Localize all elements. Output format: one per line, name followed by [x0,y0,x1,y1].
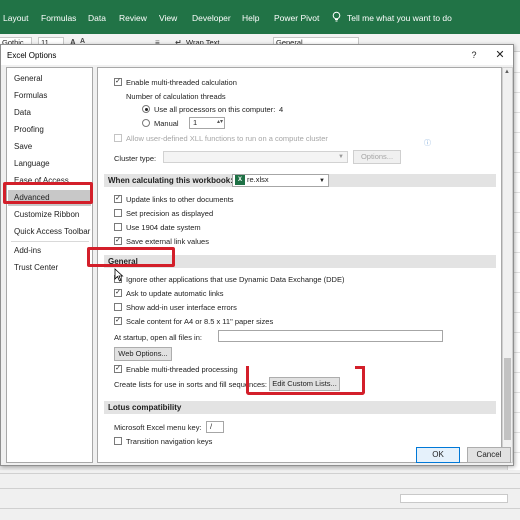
workbook-name: re.xlsx [247,175,269,184]
nav-item-proofing[interactable]: Proofing [8,122,91,138]
highlight-general [87,247,175,267]
spinner-icon[interactable]: ▴▾ [217,118,223,125]
processor-count: 4 [279,105,284,114]
scroll-up-icon[interactable]: ▲ [504,69,510,75]
menu-key-label: Microsoft Excel menu key: [114,423,202,432]
tab-data[interactable]: Data [88,13,106,23]
cluster-type-dropdown[interactable]: ▼ [163,151,348,163]
precision-as-displayed-checkbox[interactable] [114,209,122,217]
precision-as-displayed-label: Set precision as displayed [126,209,214,218]
startup-folder-label: At startup, open all files in: [114,333,202,342]
use-all-processors-radio[interactable] [142,105,150,113]
tab-formulas[interactable]: Formulas [41,13,76,23]
menu-key-input[interactable]: / [206,421,224,433]
update-links-checkbox[interactable]: ✓ [114,195,122,203]
nav-item-customize-ribbon[interactable]: Customize Ribbon [8,207,91,223]
dialog-title-bar[interactable]: Excel Options ? ✕ [1,45,513,65]
chevron-down-icon: ▼ [319,178,325,184]
options-nav: General Formulas Data Proofing Save Lang… [6,67,93,463]
highlight-advanced [3,182,93,204]
multithread-calc-label: Enable multi-threaded calculation [126,78,237,87]
multithread-processing-label: Enable multi-threaded processing [126,365,238,374]
update-links-label: Update links to other documents [126,195,234,204]
ok-button[interactable]: OK [416,447,460,463]
tab-view[interactable]: View [159,13,177,23]
dialog-title: Excel Options [7,51,57,60]
transition-keys-label: Transition navigation keys [126,437,213,446]
ask-update-links-checkbox[interactable]: ✓ [114,289,122,297]
tab-developer[interactable]: Developer [192,13,231,23]
ask-update-links-label: Ask to update automatic links [126,289,224,298]
excel-file-icon: X [235,175,245,185]
tab-layout[interactable]: Layout [3,13,29,23]
cancel-button[interactable]: Cancel [467,447,511,463]
manual-threads-label: Manual [154,119,179,128]
help-button[interactable]: ? [467,48,481,62]
lotus-section-header: Lotus compatibility [104,401,496,414]
save-external-links-checkbox[interactable]: ✓ [114,237,122,245]
lightbulb-icon [332,11,341,22]
options-vertical-scrollbar[interactable]: ▲ ▼ [502,67,513,463]
nav-item-save[interactable]: Save [8,139,91,155]
scroll-thumb[interactable] [504,358,511,440]
use-all-processors-label: Use all processors on this computer: [154,105,276,114]
workbook-section-title: When calculating this workbook: [108,176,233,185]
tell-me-search[interactable]: Tell me what you want to do [347,13,452,23]
horizontal-scrollbar[interactable] [400,494,508,503]
info-icon: ⓘ [424,140,431,147]
addin-errors-label: Show add-in user interface errors [126,303,237,312]
ribbon-tab-bar: Layout Formulas Data Review View Develop… [0,0,520,34]
addin-errors-checkbox[interactable] [114,303,122,311]
scale-content-label: Scale content for A4 or 8.5 x 11" paper … [126,317,274,326]
close-button[interactable]: ✕ [493,48,507,62]
manual-threads-radio[interactable] [142,119,150,127]
calc-threads-label: Number of calculation threads [126,92,226,101]
ignore-dde-label: Ignore other applications that use Dynam… [126,275,345,284]
nav-item-formulas[interactable]: Formulas [8,88,91,104]
workbook-dropdown[interactable]: re.xlsx ▼ [232,174,329,187]
tab-help[interactable]: Help [242,13,259,23]
create-lists-label: Create lists for use in sorts and fill s… [114,380,267,389]
nav-item-language[interactable]: Language [8,156,91,172]
excel-options-dialog: Excel Options ? ✕ General Formulas Data … [0,44,514,466]
nav-item-add-ins[interactable]: Add-ins [8,243,91,259]
highlight-edit-custom-lists [246,366,365,395]
multithread-calc-checkbox[interactable]: ✓ [114,78,122,86]
tab-review[interactable]: Review [119,13,147,23]
nav-item-quick-access-toolbar[interactable]: Quick Access Toolbar [8,224,91,240]
date-system-1904-checkbox[interactable] [114,223,122,231]
web-options-button[interactable]: Web Options... [114,347,172,361]
tab-power-pivot[interactable]: Power Pivot [274,13,319,23]
xll-cluster-checkbox[interactable] [114,134,122,142]
mouse-cursor-icon [114,268,124,282]
nav-item-general[interactable]: General [8,71,91,87]
cluster-type-label: Cluster type: [114,154,157,163]
chevron-down-icon: ▼ [338,154,344,160]
transition-keys-checkbox[interactable] [114,437,122,445]
cluster-options-button[interactable]: Options... [353,150,401,164]
nav-separator [11,241,89,242]
nav-item-data[interactable]: Data [8,105,91,121]
date-system-1904-label: Use 1904 date system [126,223,201,232]
lotus-section-title: Lotus compatibility [108,403,182,412]
nav-item-trust-center[interactable]: Trust Center [8,260,91,276]
highlight-edit-custom-lists-corner [355,366,365,369]
scale-content-checkbox[interactable]: ✓ [114,317,122,325]
multithread-processing-checkbox[interactable]: ✓ [114,365,122,373]
xll-cluster-label: Allow user-defined XLL functions to run … [126,134,328,143]
startup-folder-input[interactable] [218,330,443,342]
save-external-links-label: Save external link values [126,237,209,246]
